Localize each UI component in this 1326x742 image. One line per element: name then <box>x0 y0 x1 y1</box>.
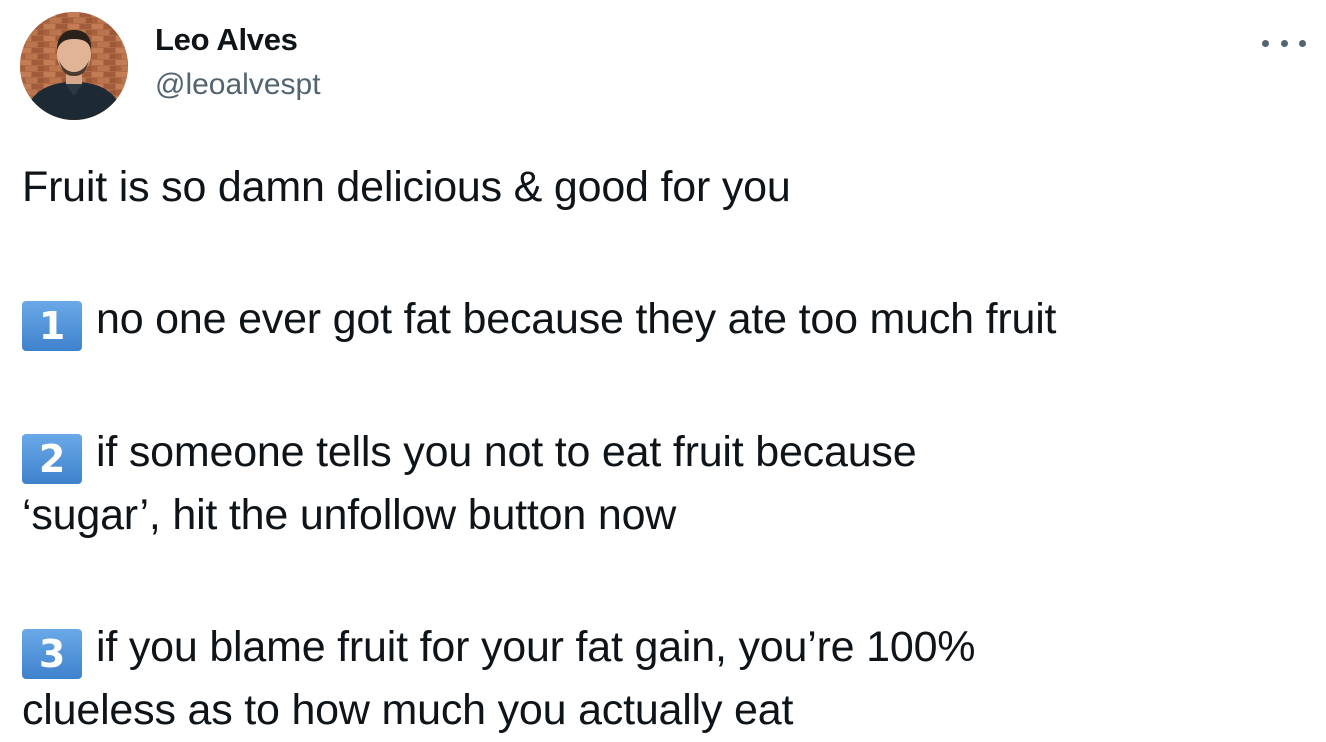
point-2-line-1: if someone tells you not to eat fruit be… <box>96 428 917 476</box>
author-handle[interactable]: @leoalvespt <box>155 68 321 102</box>
keycap-digit-one-icon: 1 <box>22 301 82 351</box>
avatar[interactable] <box>20 12 128 120</box>
tweet: Leo Alves @leoalvespt Fruit is so damn d… <box>0 0 1326 742</box>
point-1: 1 no one ever got fat because they ate to… <box>22 288 1312 351</box>
tweet-header: Leo Alves @leoalvespt <box>0 0 1326 130</box>
tweet-text: Fruit is so damn delicious & good for yo… <box>22 156 1312 741</box>
author-display-name[interactable]: Leo Alves <box>155 22 298 58</box>
more-options-button[interactable] <box>1262 28 1306 58</box>
keycap-digit-two-icon: 2 <box>22 434 82 484</box>
point-2-line-2: ‘sugar’, hit the unfollow button now <box>22 491 677 539</box>
point-2: 2 if someone tells you not to eat fruit b… <box>22 421 1312 546</box>
keycap-digit-three-icon: 3 <box>22 629 82 679</box>
tweet-intro: Fruit is so damn delicious & good for yo… <box>22 163 791 211</box>
point-3-line-2: clueless as to how much you actually eat <box>22 686 794 734</box>
point-3-line-1: if you blame fruit for your fat gain, yo… <box>96 623 976 671</box>
point-1-line-1: no one ever got fat because they ate too… <box>96 295 1057 343</box>
point-3: 3 if you blame fruit for your fat gain, y… <box>22 616 1312 741</box>
more-horizontal-icon <box>1262 39 1306 47</box>
